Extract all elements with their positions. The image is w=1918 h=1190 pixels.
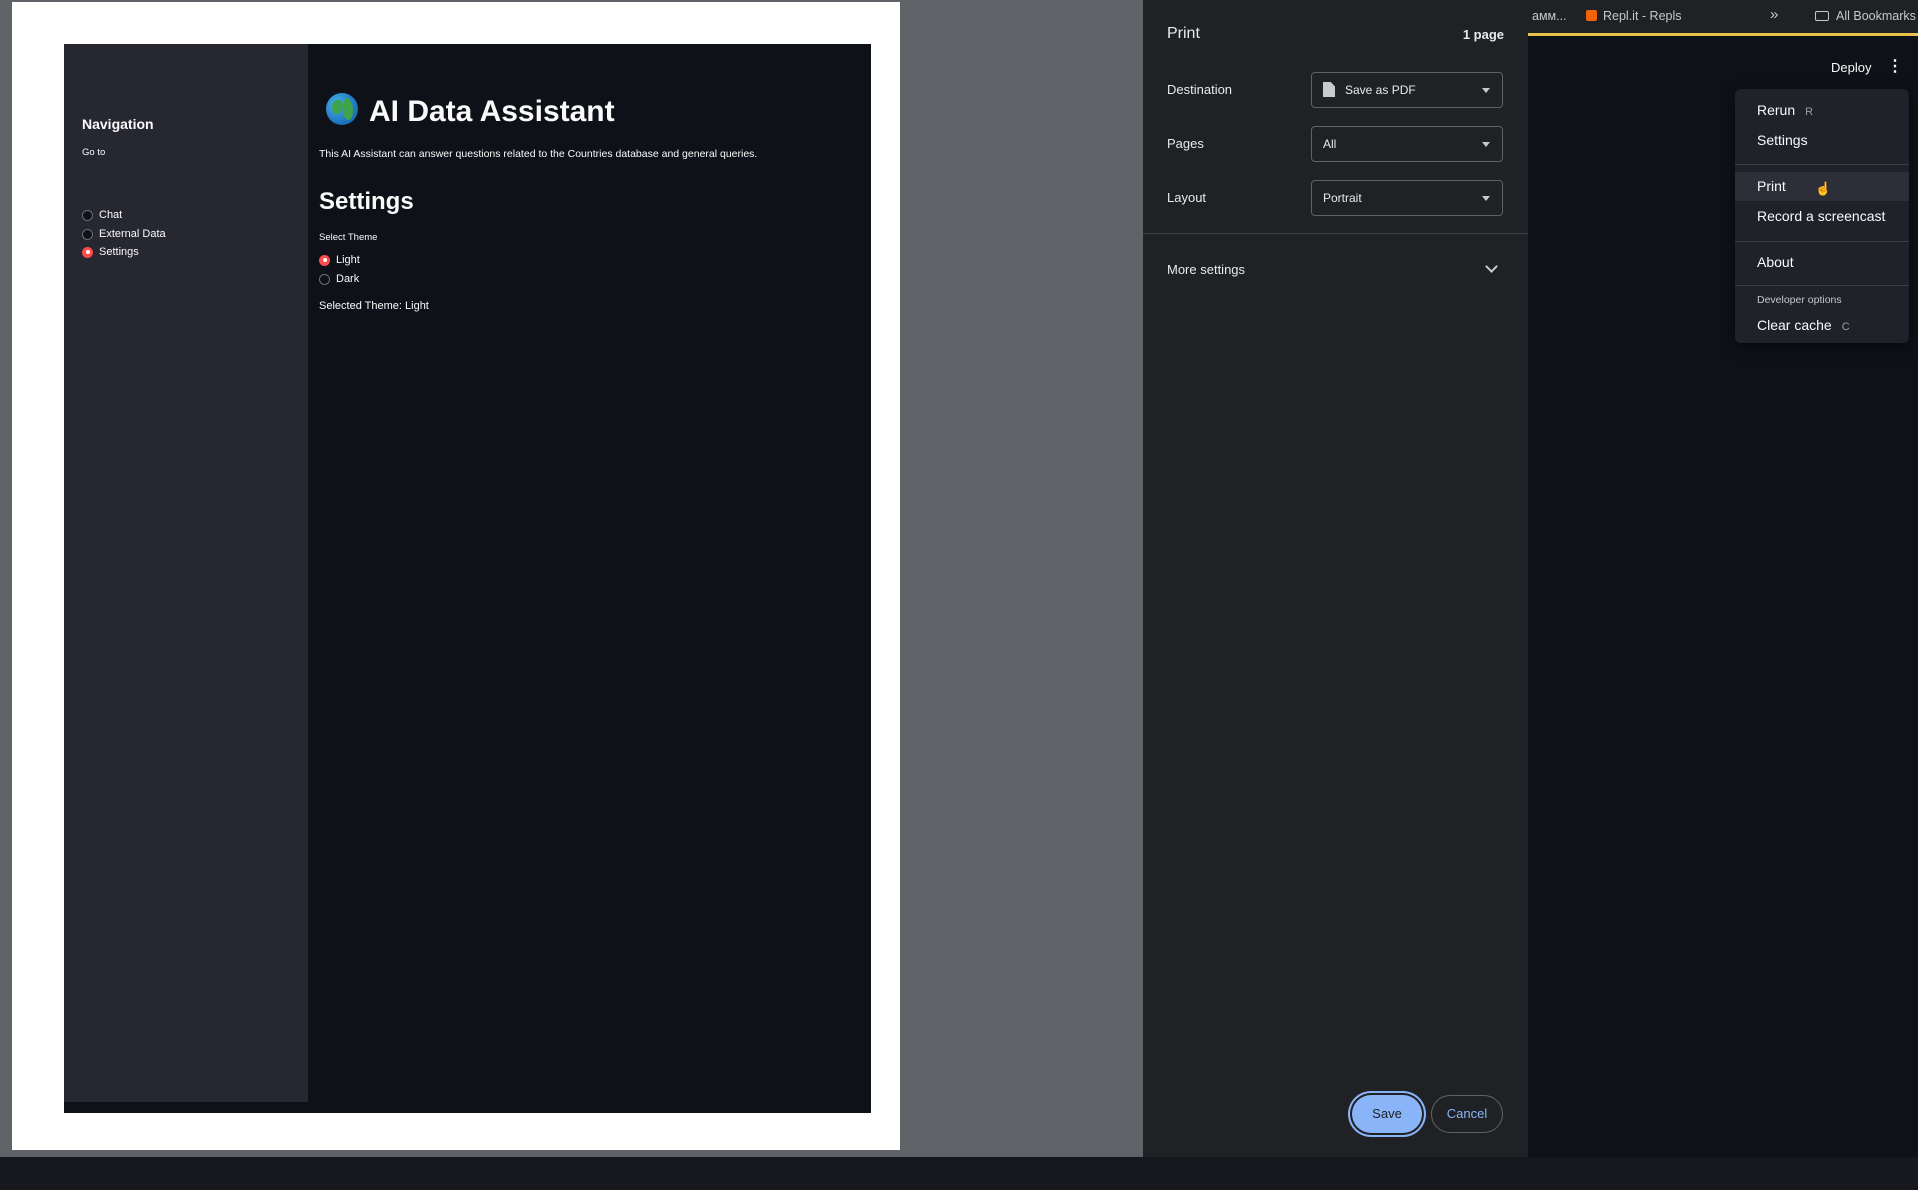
- main-menu: Rerun R Settings Print Record a screencas…: [1735, 89, 1909, 343]
- destination-select[interactable]: Save as PDF: [1311, 72, 1503, 108]
- dropdown-caret-icon: [1482, 88, 1490, 93]
- bookmark-truncated[interactable]: амм...: [1532, 9, 1567, 23]
- radio-selected-icon: [82, 246, 93, 258]
- pages-select[interactable]: All: [1311, 126, 1503, 162]
- save-button[interactable]: Save: [1352, 1095, 1422, 1133]
- menu-divider: [1735, 164, 1909, 165]
- print-preview-area: Navigation Go to Chat External Data Sett…: [0, 0, 1143, 1157]
- go-to-label: Go to: [82, 147, 106, 158]
- print-divider: [1143, 233, 1528, 234]
- radio-selected-icon: [319, 254, 330, 266]
- hand-cursor-icon: ☝: [1815, 181, 1832, 196]
- preview-app: Navigation Go to Chat External Data Sett…: [64, 44, 871, 1113]
- menu-item-rerun[interactable]: Rerun R: [1735, 96, 1909, 125]
- radio-icon: [319, 273, 330, 285]
- bottom-strip: [0, 1157, 1918, 1190]
- menu-settings-label: Settings: [1757, 132, 1808, 148]
- bookmark-replit[interactable]: Repl.it - Repls: [1586, 9, 1682, 23]
- deploy-button[interactable]: Deploy: [1831, 60, 1871, 75]
- main-menu-kebab-icon[interactable]: ⋮: [1887, 58, 1903, 76]
- bookmark-replit-label: Repl.it - Repls: [1603, 9, 1682, 23]
- sidebar-title: Navigation: [82, 116, 154, 132]
- theme-option-light: Light: [319, 252, 360, 268]
- preview-sidebar: Navigation Go to Chat External Data Sett…: [64, 44, 308, 1102]
- radio-icon: [82, 228, 93, 240]
- nav-option-chat: Chat: [82, 207, 122, 223]
- menu-record-label: Record a screencast: [1757, 208, 1886, 224]
- nav-option-label: Settings: [99, 246, 139, 258]
- layout-label: Layout: [1167, 190, 1207, 205]
- globe-icon: [326, 93, 358, 125]
- destination-label: Destination: [1167, 82, 1233, 97]
- settings-heading: Settings: [319, 188, 414, 215]
- pages-value: All: [1323, 137, 1337, 151]
- nav-option-external-data: External Data: [82, 226, 166, 242]
- menu-divider: [1735, 241, 1909, 242]
- dropdown-caret-icon: [1482, 142, 1490, 147]
- menu-clear-cache-shortcut: C: [1841, 321, 1850, 333]
- menu-rerun-shortcut: R: [1805, 106, 1814, 118]
- menu-divider: [1735, 285, 1909, 286]
- all-bookmarks-label: All Bookmarks: [1836, 9, 1916, 23]
- theme-option-label: Dark: [336, 273, 360, 285]
- layout-select[interactable]: Portrait: [1311, 180, 1503, 216]
- selected-theme-text: Selected Theme: Light: [319, 300, 429, 312]
- menu-print-label: Print: [1757, 178, 1786, 194]
- dropdown-caret-icon: [1482, 196, 1490, 201]
- chevron-down-icon[interactable]: [1485, 260, 1498, 273]
- theme-option-dark: Dark: [319, 271, 359, 287]
- print-title: Print: [1167, 25, 1200, 42]
- nav-option-label: Chat: [99, 209, 123, 221]
- developer-options-heading: Developer options: [1757, 294, 1842, 306]
- bookmarks-overflow-icon[interactable]: »: [1770, 6, 1778, 23]
- app-description: This AI Assistant can answer questions r…: [319, 148, 758, 160]
- menu-item-about[interactable]: About: [1735, 248, 1909, 277]
- select-theme-label: Select Theme: [319, 232, 378, 243]
- app-title: AI Data Assistant: [369, 95, 615, 128]
- menu-about-label: About: [1757, 254, 1794, 270]
- menu-item-settings[interactable]: Settings: [1735, 126, 1909, 155]
- layout-value: Portrait: [1323, 191, 1362, 205]
- menu-rerun-label: Rerun: [1757, 102, 1796, 118]
- theme-option-label: Light: [336, 254, 360, 266]
- preview-page: Navigation Go to Chat External Data Sett…: [12, 2, 900, 1150]
- nav-option-label: External Data: [99, 228, 166, 240]
- folder-icon: [1815, 11, 1829, 21]
- print-dialog: Print 1 page Destination Save as PDF Pag…: [1143, 0, 1528, 1157]
- nav-option-settings: Settings: [82, 244, 139, 260]
- pages-label: Pages: [1167, 136, 1204, 151]
- replit-icon: [1586, 10, 1597, 21]
- radio-icon: [82, 209, 93, 221]
- destination-value: Save as PDF: [1345, 83, 1416, 97]
- cancel-button[interactable]: Cancel: [1431, 1095, 1503, 1133]
- page-count: 1 page: [1462, 27, 1504, 42]
- all-bookmarks[interactable]: All Bookmarks: [1815, 9, 1916, 23]
- menu-clear-cache-label: Clear cache: [1757, 317, 1832, 333]
- file-icon: [1323, 82, 1335, 97]
- menu-item-record-screencast[interactable]: Record a screencast: [1735, 202, 1909, 231]
- bookmarks-bar: амм... Repl.it - Repls » All Bookmarks: [1528, 0, 1918, 36]
- menu-item-clear-cache[interactable]: Clear cache C: [1735, 311, 1909, 340]
- more-settings-toggle[interactable]: More settings: [1167, 262, 1245, 277]
